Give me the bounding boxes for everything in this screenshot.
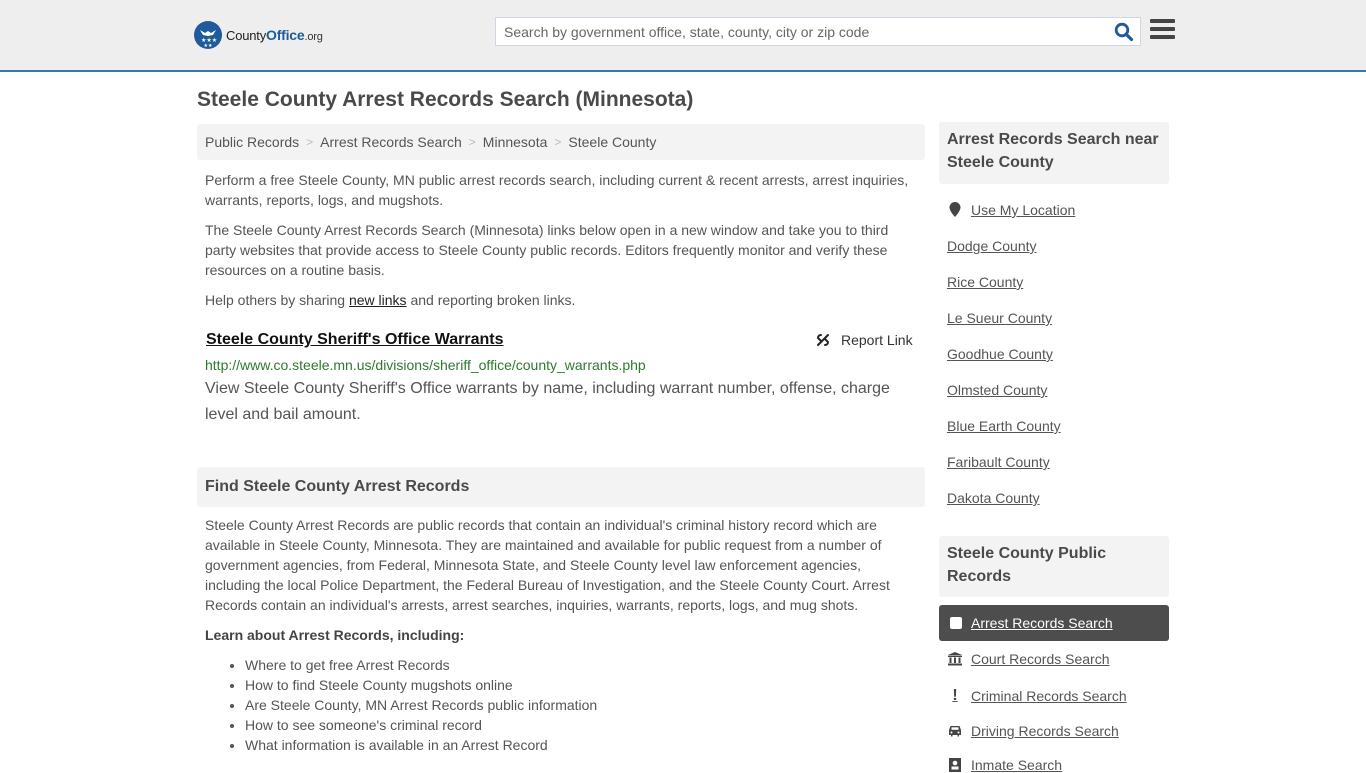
nearby-county-link[interactable]: Blue Earth County — [947, 418, 1061, 434]
menu-bar-icon — [1150, 19, 1175, 23]
help-paragraph: Help others by sharing new links and rep… — [205, 292, 576, 308]
result-description: View Steele County Sheriff's Office warr… — [205, 380, 890, 423]
learn-item: How to find Steele County mugshots onlin… — [245, 675, 597, 695]
nearby-county-link[interactable]: Olmsted County — [947, 382, 1047, 398]
map-marker-icon — [947, 202, 963, 218]
nearby-county-link[interactable]: Le Sueur County — [947, 310, 1052, 326]
learn-list: Where to get free Arrest Records How to … — [245, 655, 597, 755]
search-icon — [1114, 22, 1134, 42]
nearby-county-link[interactable]: Rice County — [947, 274, 1023, 290]
nearby-heading: Arrest Records Search near Steele County — [939, 122, 1169, 184]
broken-link-icon — [816, 334, 830, 346]
breadcrumb-minnesota[interactable]: Minnesota — [483, 134, 548, 150]
square-icon — [950, 617, 962, 629]
car-icon — [947, 725, 963, 737]
breadcrumb-separator: > — [468, 135, 476, 149]
sidebar-item-driving-records[interactable]: Driving Records Search — [947, 723, 1119, 739]
breadcrumb-separator: > — [554, 135, 562, 149]
logo-text: CountyOffice.org — [226, 27, 323, 43]
learn-item: Are Steele County, MN Arrest Records pub… — [245, 695, 597, 715]
hamburger-menu-button[interactable] — [1150, 19, 1175, 41]
breadcrumb-arrest-records[interactable]: Arrest Records Search — [320, 134, 462, 150]
report-link-button[interactable]: Report Link — [815, 332, 913, 348]
courthouse-icon — [947, 652, 963, 666]
result-title-link[interactable]: Steele County Sheriff's Office Warrants — [206, 331, 504, 349]
page-title: Steele County Arrest Records Search (Min… — [197, 88, 694, 111]
nearby-county-link[interactable]: Dodge County — [947, 238, 1037, 254]
search-button[interactable] — [1114, 22, 1134, 42]
breadcrumb-public-records[interactable]: Public Records — [205, 134, 299, 150]
menu-bar-icon — [1150, 27, 1175, 31]
intro-paragraph: Perform a free Steele County, MN public … — [205, 172, 909, 208]
exclamation-icon: ! — [952, 687, 958, 704]
find-records-body: Steele County Arrest Records are public … — [205, 517, 890, 613]
sidebar-item-arrest-records[interactable]: Arrest Records Search — [939, 605, 1169, 641]
site-header: ★★★ ★★ CountyOffice.org — [0, 0, 1366, 72]
learn-item: How to see someone's criminal record — [245, 715, 597, 735]
breadcrumb: Public Records > Arrest Records Search >… — [197, 124, 925, 160]
logo-eagle-icon: ★★★ ★★ — [194, 21, 222, 49]
svg-text:★★: ★★ — [204, 43, 213, 49]
use-my-location-link[interactable]: Use My Location — [947, 202, 1075, 218]
public-records-heading: Steele County Public Records — [939, 536, 1169, 597]
breadcrumb-steele-county[interactable]: Steele County — [568, 134, 656, 150]
search-input[interactable] — [496, 18, 1106, 45]
disclaimer-paragraph: The Steele County Arrest Records Search … — [205, 222, 889, 278]
learn-heading: Learn about Arrest Records, including: — [205, 627, 465, 643]
nearby-county-link[interactable]: Dakota County — [947, 490, 1040, 506]
result-url: http://www.co.steele.mn.us/divisions/she… — [205, 357, 646, 373]
menu-bar-icon — [1150, 35, 1175, 39]
search-box — [495, 17, 1141, 46]
breadcrumb-separator: > — [306, 135, 314, 149]
site-logo[interactable]: ★★★ ★★ CountyOffice.org — [194, 21, 323, 49]
nearby-county-link[interactable]: Goodhue County — [947, 346, 1053, 362]
sidebar-item-criminal-records[interactable]: ! Criminal Records Search — [947, 687, 1126, 705]
sidebar-item-inmate-search[interactable]: Inmate Search — [947, 757, 1062, 773]
nearby-county-link[interactable]: Faribault County — [947, 454, 1050, 470]
find-records-heading: Find Steele County Arrest Records — [197, 467, 925, 507]
inmate-icon — [947, 758, 963, 772]
sidebar-item-court-records[interactable]: Court Records Search — [947, 651, 1110, 667]
new-links-link[interactable]: new links — [349, 292, 407, 308]
learn-item: What information is available in an Arre… — [245, 735, 597, 755]
learn-item: Where to get free Arrest Records — [245, 655, 597, 675]
